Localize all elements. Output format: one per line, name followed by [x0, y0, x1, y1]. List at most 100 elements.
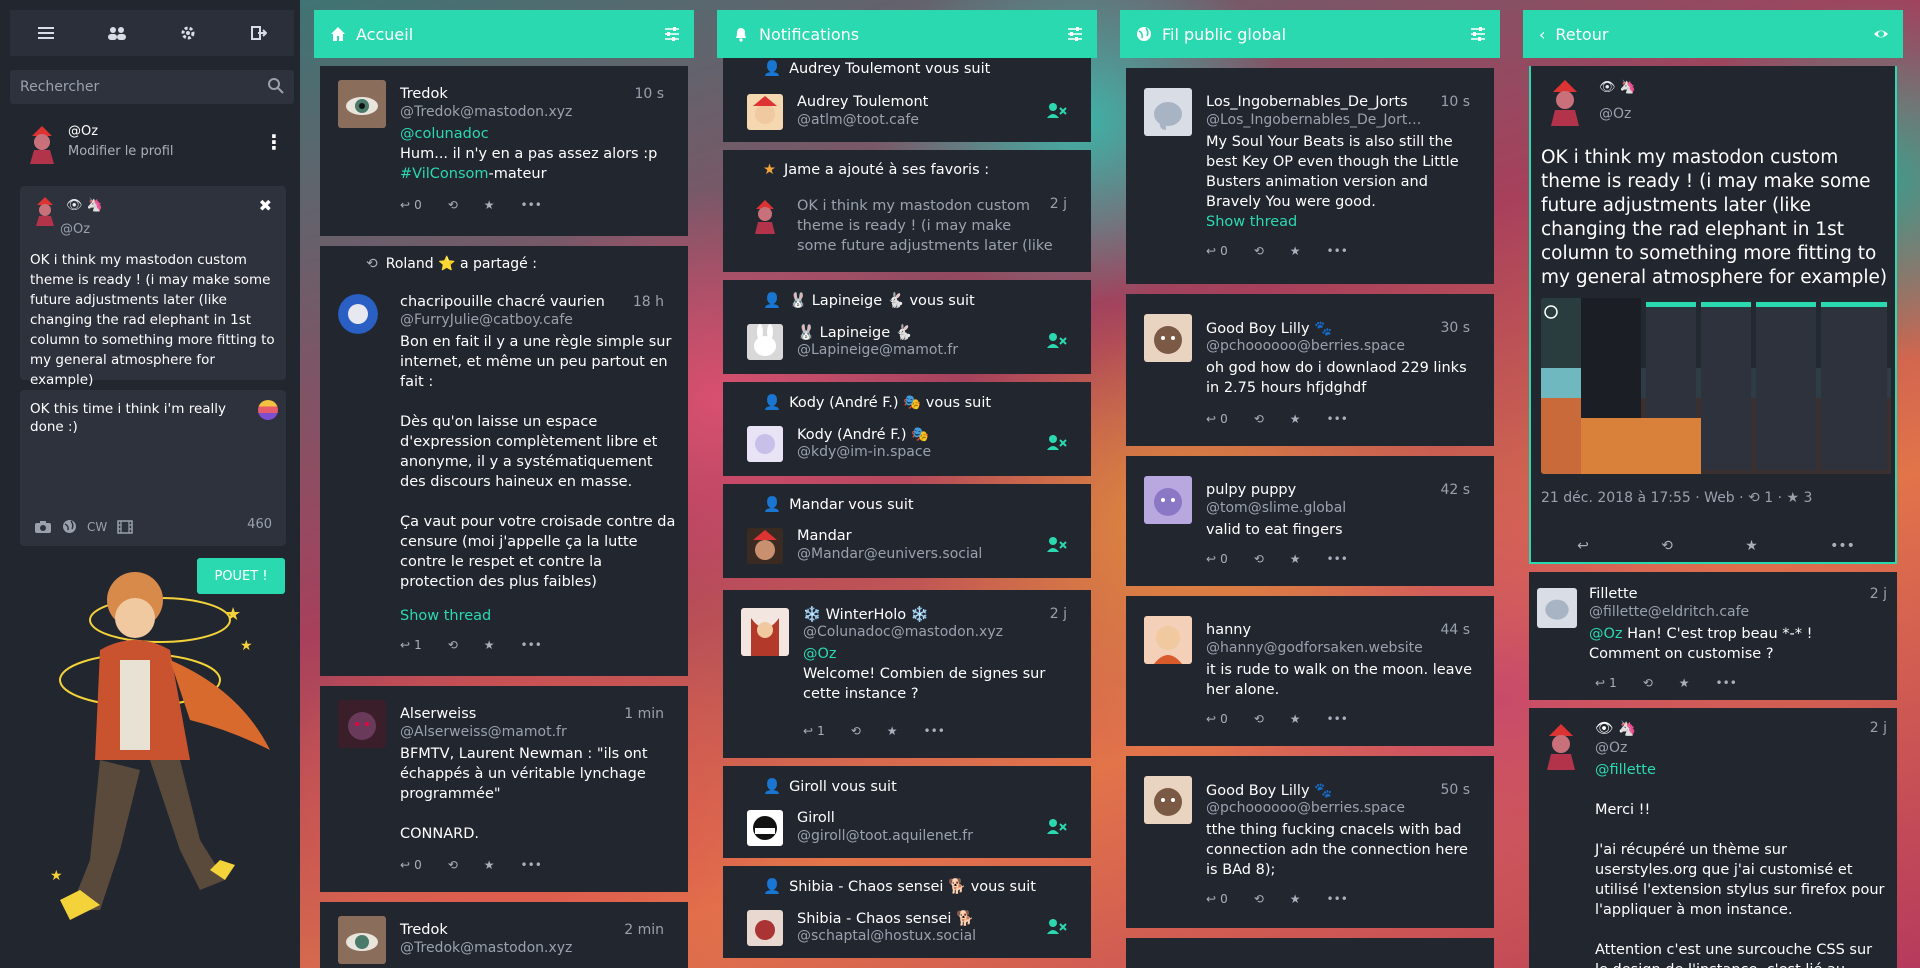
account-handle[interactable]: @tom@slime.global — [1206, 500, 1346, 516]
follow-notification[interactable]: 👤 🐰 Lapineige 🐇 vous suit 🐰 Lapineige 🐇 @… — [723, 280, 1091, 374]
timestamp[interactable]: 2 j — [1870, 586, 1887, 602]
column-settings-icon[interactable] — [664, 26, 680, 42]
avatar[interactable] — [1144, 476, 1192, 524]
unfollow-icon[interactable] — [1047, 818, 1067, 834]
status-card[interactable]: Alserweiss @Alserweiss@mamot.fr 1 min BF… — [320, 686, 688, 892]
home-column-header[interactable]: Accueil — [314, 10, 694, 58]
show-thread-link[interactable]: Show thread — [1206, 214, 1297, 230]
hashtag-link[interactable]: #VilConsom — [400, 166, 489, 182]
column-settings-icon[interactable] — [1067, 26, 1083, 42]
display-name[interactable]: Giroll — [797, 810, 835, 826]
mention-link[interactable]: @Oz — [803, 646, 837, 662]
boost-button[interactable]: ⟲ — [1643, 676, 1653, 690]
display-name[interactable]: 🐰 Lapineige 🐇 — [797, 324, 913, 341]
account-handle[interactable]: @Tredok@mastodon.xyz — [400, 104, 572, 120]
status-card[interactable] — [1126, 938, 1494, 968]
emoji-picker-button[interactable] — [258, 400, 278, 420]
display-name[interactable]: Good Boy Lilly 🐾 — [1206, 782, 1332, 799]
timestamp[interactable]: 1 min — [624, 706, 664, 722]
status-card[interactable]: ⟲ Roland ⭐ a partagé : chacripouille chac… — [320, 246, 688, 676]
avatar[interactable] — [338, 700, 386, 748]
account-handle[interactable]: @FurryJulie@catboy.cafe — [400, 312, 573, 328]
favourite-button[interactable]: ★ — [1679, 676, 1690, 690]
account-handle[interactable]: @Oz — [1599, 106, 1631, 122]
follow-notification[interactable]: 👤 Giroll vous suit Giroll @giroll@toot.aq… — [723, 766, 1091, 858]
avatar[interactable] — [747, 426, 783, 462]
show-thread-link[interactable]: Show thread — [400, 608, 491, 624]
account-handle[interactable]: @Tredok@mastodon.xyz — [400, 940, 572, 956]
account-handle[interactable]: @Colunadoc@mastodon.xyz — [803, 624, 1003, 640]
avatar[interactable] — [747, 810, 783, 846]
more-button[interactable]: ••• — [1830, 538, 1855, 554]
reply-button[interactable]: ↩ 0 — [1206, 712, 1228, 726]
display-name[interactable]: chacripouille chacré vaurien — [400, 294, 605, 310]
more-button[interactable]: ••• — [924, 724, 945, 738]
favourite-button[interactable]: ★ — [484, 858, 495, 872]
compose-textarea[interactable]: OK this time i think i'm really done :) … — [20, 390, 286, 546]
more-button[interactable]: ••• — [521, 198, 542, 212]
account-handle[interactable]: @Mandar@eunivers.social — [797, 546, 982, 562]
favourite-notification[interactable]: ★ Jame a ajouté à ses favoris : OK i thin… — [723, 150, 1091, 272]
favourite-button[interactable]: ★ — [1290, 244, 1301, 258]
boost-button[interactable]: ⟲ — [1254, 712, 1264, 726]
avatar[interactable] — [22, 124, 62, 164]
reply-button[interactable]: ↩ 0 — [400, 858, 422, 872]
account-handle[interactable]: @Oz — [1595, 740, 1627, 756]
favourite-button[interactable]: ★ — [484, 638, 495, 652]
display-name[interactable]: Audrey Toulemont — [797, 94, 928, 110]
more-button[interactable]: ••• — [1716, 676, 1737, 690]
favourite-button[interactable]: ★ — [484, 198, 495, 212]
attached-screenshot-image[interactable] — [1541, 298, 1891, 474]
unfollow-icon[interactable] — [1047, 536, 1067, 552]
boost-button[interactable]: ⟲ — [1254, 244, 1264, 258]
logout-button[interactable] — [223, 10, 294, 56]
menu-button[interactable] — [10, 10, 81, 56]
favourite-button[interactable]: ★ — [1290, 412, 1301, 426]
timestamp[interactable]: 10 s — [1440, 94, 1470, 110]
boost-button[interactable]: ⟲ — [1254, 412, 1264, 426]
account-handle[interactable]: @Alserweiss@mamot.fr — [400, 724, 567, 740]
timestamp[interactable]: 2 min — [624, 922, 664, 938]
reply-button[interactable]: ↩ 0 — [1206, 244, 1228, 258]
more-button[interactable]: ••• — [1327, 244, 1348, 258]
eye-icon[interactable] — [1873, 26, 1889, 42]
unfollow-icon[interactable] — [1047, 918, 1067, 934]
timestamp[interactable]: 2 j — [1050, 196, 1067, 212]
boost-button[interactable]: ⟲ — [1254, 552, 1264, 566]
boost-button[interactable]: ⟲ — [448, 638, 458, 652]
avatar[interactable] — [747, 324, 783, 360]
display-name[interactable]: Kody (André F.) 🎭 — [797, 426, 929, 443]
boost-button[interactable]: ⟲ — [448, 198, 458, 212]
follow-notification[interactable]: 👤 Shibia - Chaos sensei 🐕 vous suit Shibi… — [723, 866, 1091, 958]
reply-button[interactable]: ↩ — [1577, 538, 1589, 554]
status-card[interactable]: hanny @hanny@godforsaken.website 44 s it… — [1126, 596, 1494, 746]
unfollow-icon[interactable] — [1047, 434, 1067, 450]
account-handle[interactable]: @kdy@im-in.space — [797, 444, 931, 460]
display-name-emojis[interactable]: 👁 🦄 — [1599, 80, 1636, 95]
film-icon[interactable] — [117, 519, 133, 534]
timestamp[interactable]: 50 s — [1440, 782, 1470, 798]
avatar[interactable] — [1144, 88, 1192, 136]
reply-status[interactable]: Fillette @fillette@eldritch.cafe 2 j @Oz… — [1529, 572, 1897, 700]
reply-button[interactable]: ↩ 0 — [400, 198, 422, 212]
unfollow-icon[interactable] — [1047, 102, 1067, 118]
booster-name[interactable]: Roland ⭐ a partagé : — [386, 256, 537, 272]
avatar[interactable] — [1537, 722, 1585, 770]
avatar[interactable] — [1144, 616, 1192, 664]
content-warning-button[interactable]: CW — [87, 520, 107, 534]
status-card[interactable]: Good Boy Lilly 🐾 @pchoooooo@berries.spac… — [1126, 756, 1494, 928]
globe-icon[interactable] — [62, 519, 77, 534]
timestamp[interactable]: 2 j — [1870, 720, 1887, 736]
boost-button[interactable]: ⟲ — [851, 724, 861, 738]
account-handle[interactable]: @giroll@toot.aquilenet.fr — [797, 828, 973, 844]
follow-notification[interactable]: 👤 Mandar vous suit Mandar @Mandar@euniver… — [723, 484, 1091, 578]
more-button[interactable]: ••• — [1327, 412, 1348, 426]
avatar[interactable] — [747, 198, 783, 234]
boost-button[interactable]: ⟲ — [1661, 538, 1673, 554]
column-settings-icon[interactable] — [1470, 26, 1486, 42]
community-button[interactable] — [81, 10, 152, 56]
cancel-reply-button[interactable]: ✖ — [259, 196, 272, 215]
account-handle[interactable]: @schaptal@hostux.social — [797, 928, 976, 944]
more-button[interactable]: ••• — [1327, 892, 1348, 906]
preferences-button[interactable] — [152, 10, 223, 56]
